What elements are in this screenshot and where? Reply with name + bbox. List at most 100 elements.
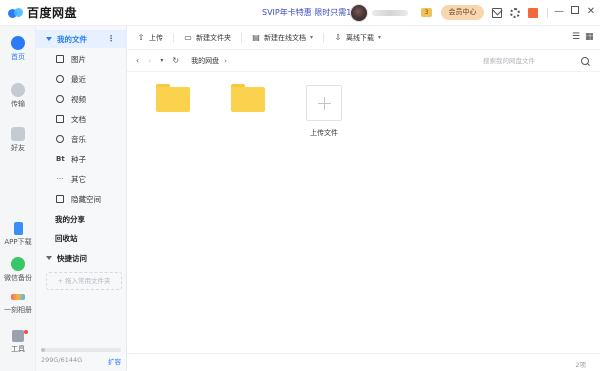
chevron-down-icon: ▾ [310, 34, 314, 41]
divider [323, 32, 325, 43]
sidebar-item-images[interactable]: 图片 [36, 50, 127, 68]
document-icon [56, 115, 64, 123]
back-icon[interactable]: ‹ [136, 56, 139, 65]
upload-icon: ⇧ [137, 33, 145, 42]
search-icon[interactable] [581, 57, 589, 65]
sidebar-item-music[interactable]: 音乐 [36, 130, 127, 148]
breadcrumb[interactable]: 我的网盘 [191, 56, 219, 66]
rail-item-tools[interactable]: 工具 [0, 330, 36, 354]
main-panel: ⇧ 上传 ▭ 新建文件夹 ▤ 新建在线文档 ▾ ⇩ 离线下载 ▾ ☰ ▦ ‹ ›… [127, 26, 600, 371]
maximize-icon[interactable] [569, 6, 581, 18]
rail-item-friends[interactable]: 好友 [0, 127, 36, 153]
username-redacted[interactable] [372, 10, 408, 16]
clock-icon [56, 75, 64, 83]
phone-icon [13, 222, 23, 235]
storage-progress-bar [41, 348, 121, 352]
rail-item-app-download[interactable]: APP下载 [0, 222, 36, 247]
download-icon: ⇩ [334, 33, 342, 42]
tools-icon [12, 330, 24, 342]
folder-plus-icon: ▭ [184, 33, 192, 42]
new-folder-button[interactable]: ▭ 新建文件夹 [184, 33, 231, 43]
offline-download-button[interactable]: ⇩ 离线下载 ▾ [334, 33, 381, 43]
divider [547, 8, 548, 18]
storage-usage: 299G/6144G 扩容 [41, 348, 121, 366]
folder-icon [156, 84, 190, 112]
search-box[interactable] [483, 54, 595, 68]
sidebar-item-label: 图片 [71, 54, 86, 64]
music-icon [56, 135, 64, 143]
new-folder-label: 新建文件夹 [196, 33, 231, 42]
gear-icon[interactable] [510, 8, 520, 18]
sidebar-item-label: 我的分享 [55, 214, 85, 224]
file-item-folder[interactable] [150, 84, 196, 126]
offline-download-label: 离线下载 [346, 33, 375, 42]
upload-file-label[interactable]: 上传文件 [297, 128, 351, 138]
rail-label: APP下载 [4, 238, 32, 246]
caret-down-icon [46, 256, 52, 260]
sidebar-item-videos[interactable]: 视频 [36, 90, 127, 108]
lock-icon [56, 195, 64, 203]
divider [173, 32, 174, 43]
sidebar-item-torrents[interactable]: Bt 种子 [36, 150, 127, 168]
mail-icon[interactable] [492, 8, 502, 18]
sidebar-item-my-files[interactable]: 我的文件 ⋮ [36, 30, 127, 48]
rail-label: 微信备份 [4, 274, 32, 282]
gift-icon[interactable] [528, 8, 538, 18]
app-logo: 百度网盘 [8, 4, 77, 21]
new-online-doc-button[interactable]: ▤ 新建在线文档 ▾ [252, 33, 313, 43]
sidebar-item-label: 隐藏空间 [71, 194, 101, 204]
notification-dot [24, 330, 28, 334]
more-icon[interactable]: ⋮ [107, 34, 115, 43]
upload-file-tile[interactable] [306, 85, 342, 121]
refresh-icon[interactable]: ↻ [172, 56, 179, 65]
sidebar-item-documents[interactable]: 文档 [36, 110, 127, 128]
rail-item-transfer[interactable]: 传输 [0, 83, 36, 109]
close-icon[interactable]: ✕ [585, 6, 597, 18]
rail-item-wechat-backup[interactable]: 微信备份 [0, 257, 36, 283]
sidebar-item-hidden-space[interactable]: 隐藏空间 [36, 190, 127, 208]
folder-icon [231, 84, 265, 112]
status-bar: 2项 [127, 353, 600, 371]
avatar[interactable] [350, 4, 368, 22]
sidebar-item-recycle-bin[interactable]: 回收站 [36, 229, 127, 247]
image-icon [56, 55, 64, 63]
upload-button[interactable]: ⇧ 上传 [137, 33, 163, 43]
toolbar: ⇧ 上传 ▭ 新建文件夹 ▤ 新建在线文档 ▾ ⇩ 离线下载 ▾ ☰ ▦ [127, 26, 600, 50]
svip-promo-link[interactable]: SVIP年卡特惠 限时只需1.6 [262, 7, 359, 18]
new-online-doc-label: 新建在线文档 [264, 33, 306, 42]
item-count: 2项 [575, 361, 586, 369]
minimize-icon[interactable]: — [553, 6, 565, 18]
chevron-down-icon: ▾ [378, 34, 382, 41]
sidebar-item-my-share[interactable]: 我的分享 [36, 210, 127, 228]
title-bar: 百度网盘 SVIP年卡特惠 限时只需1.6 3 会员中心 — ✕ [0, 0, 600, 26]
breadcrumb-arrow-icon[interactable]: › [224, 57, 227, 65]
rail-label: 好友 [11, 144, 25, 152]
sidebar-item-label: 文档 [71, 114, 86, 124]
add-common-folder-dropzone[interactable]: + 拖入常用文件夹 [46, 272, 122, 290]
search-input[interactable] [483, 57, 577, 65]
wechat-icon [11, 257, 25, 271]
rail-item-home[interactable]: 首页 [0, 36, 36, 62]
rail-label: 首页 [11, 53, 25, 61]
forward-icon[interactable]: › [148, 56, 151, 65]
rail-label: 工具 [11, 345, 25, 353]
upload-label: 上传 [149, 33, 163, 42]
sort-icon[interactable]: ☰ [572, 32, 580, 42]
file-name [225, 118, 271, 126]
sidebar-item-quick-access[interactable]: 快捷访问 [36, 249, 127, 267]
video-icon [56, 95, 64, 103]
caret-down-icon [46, 37, 52, 41]
sidebar: 我的文件 ⋮ 图片 最近 视频 文档 音乐 Bt 种子 ··· 其它 隐藏空间 … [36, 26, 127, 371]
file-item-folder[interactable] [225, 84, 271, 126]
other-icon: ··· [56, 175, 64, 183]
file-name [150, 118, 196, 126]
history-dropdown-icon[interactable]: ▾ [160, 57, 163, 64]
expand-storage-link[interactable]: 扩容 [108, 356, 121, 366]
member-center-button[interactable]: 会员中心 [441, 5, 484, 20]
rail-item-album[interactable]: 一刻相册 [0, 290, 36, 315]
sidebar-item-other[interactable]: ··· 其它 [36, 170, 127, 188]
sidebar-item-recent[interactable]: 最近 [36, 70, 127, 88]
bt-icon: Bt [56, 155, 65, 163]
grid-view-icon[interactable]: ▦ [585, 32, 594, 42]
sidebar-item-label: 最近 [71, 74, 86, 84]
